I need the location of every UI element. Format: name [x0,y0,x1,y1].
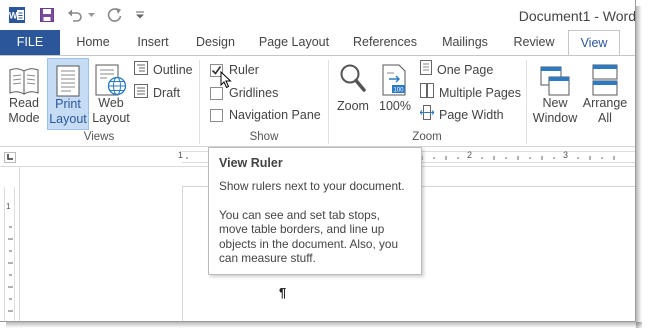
read-mode-label-line1: Read [9,96,39,110]
tooltip-description: You can see and set tab stops, move tabl… [219,207,399,266]
mouse-cursor-icon [220,70,232,92]
zoom-label: Zoom [337,99,369,113]
arrange-all-icon [582,58,628,96]
web-layout-label-line2: Layout [92,111,130,125]
paragraph-mark: ¶ [279,285,287,300]
arrange-all-label-line2: All [598,111,612,125]
ruler-checkbox[interactable]: Ruler [210,60,259,80]
zoom-100-icon: 100 [377,58,413,96]
arrange-all-button[interactable]: Arrange All [582,58,628,130]
draft-button[interactable]: Draft [134,83,180,103]
ruler-number: 3 [563,150,569,160]
zoom-button[interactable]: Zoom [334,58,372,130]
tab-mailings[interactable]: Mailings [432,30,498,55]
tab-view[interactable]: View [568,30,620,56]
read-mode-icon [4,58,44,96]
undo-dropdown-icon[interactable] [86,6,96,24]
tab-selector-icon[interactable] [4,152,16,163]
title-bar: W Document1 - Word [0,0,636,30]
tooltip-title: View Ruler [219,156,283,170]
new-window-label-line1: New [542,96,568,110]
navigation-pane-label: Navigation Pane [229,108,321,122]
save-icon[interactable] [38,6,56,24]
outline-icon [134,60,148,81]
web-layout-icon [91,58,131,96]
zoom-100-label: 100% [379,99,411,113]
window-shadow [636,6,642,328]
new-window-icon [532,58,578,96]
ruler-label: Ruler [229,63,259,77]
ribbon-tabs: FILE Home Insert Design Page Layout Refe… [0,30,635,56]
web-layout-label-line1: Web [98,96,124,110]
one-page-icon [420,60,432,81]
print-layout-label-line2: Layout [49,112,87,126]
read-mode-button[interactable]: Read Mode [4,58,44,130]
gridlines-label: Gridlines [229,86,279,100]
print-layout-button[interactable]: Print Layout [47,58,89,130]
customize-toolbar-icon[interactable] [134,6,146,24]
tab-insert[interactable]: Insert [128,30,178,55]
multiple-pages-icon [420,83,434,104]
tab-page-layout[interactable]: Page Layout [253,30,335,55]
page-width-label: Page Width [439,108,504,122]
zoom-group-label: Zoom [412,131,442,143]
multiple-pages-button[interactable]: Multiple Pages [420,83,521,103]
ruler-number: 1 [178,150,184,160]
tab-review[interactable]: Review [506,30,562,55]
redo-icon[interactable] [106,6,124,24]
new-window-label-line2: Window [532,111,578,125]
word-logo-icon[interactable]: W [8,6,26,24]
tab-references[interactable]: References [346,30,424,55]
page-width-icon [419,105,435,126]
outline-label: Outline [153,63,193,77]
web-layout-button[interactable]: Web Layout [91,58,131,130]
draft-label: Draft [153,86,181,100]
page-width-button[interactable]: Page Width [419,105,504,126]
draft-icon [134,83,148,104]
vertical-ruler-track: 1 [4,187,15,321]
zoom-100-button[interactable]: 100 100% [377,58,413,130]
navigation-pane-checkbox[interactable]: Navigation Pane [210,105,321,125]
navigation-pane-check-box [210,109,223,123]
svg-text:100: 100 [393,88,404,94]
new-window-button[interactable]: New Window [532,58,578,130]
document-title: Document1 - Word [518,8,636,24]
ribbon-view: Read Mode Print Layout Web Layout Outlin… [0,55,635,147]
one-page-button[interactable]: One Page [420,60,493,80]
read-mode-label-line2: Mode [8,111,40,125]
tooltip-summary: Show rulers next to your document. [219,179,405,193]
svg-text:W: W [9,11,18,21]
views-group-label: Views [83,131,115,143]
view-ruler-tooltip: View Ruler Show rulers next to your docu… [208,147,422,275]
word-window: W Document1 - Word FILE Home Insert Desi… [0,0,636,322]
tab-design[interactable]: Design [188,30,243,55]
undo-icon[interactable] [66,6,84,24]
group-divider [526,60,527,144]
ruler-number: 2 [467,150,473,160]
print-layout-icon [48,59,88,97]
window-shadow [6,322,642,328]
outline-button[interactable]: Outline [134,60,193,80]
vertical-ruler[interactable]: 1 [0,167,20,321]
arrange-all-label-line1: Arrange [582,96,628,110]
show-group-label: Show [249,131,279,143]
one-page-label: One Page [437,63,494,77]
tab-file[interactable]: FILE [0,30,60,55]
print-layout-label-line1: Print [55,97,81,111]
tab-home[interactable]: Home [68,30,118,55]
magnifier-icon [334,58,372,96]
multiple-pages-label: Multiple Pages [439,86,521,100]
